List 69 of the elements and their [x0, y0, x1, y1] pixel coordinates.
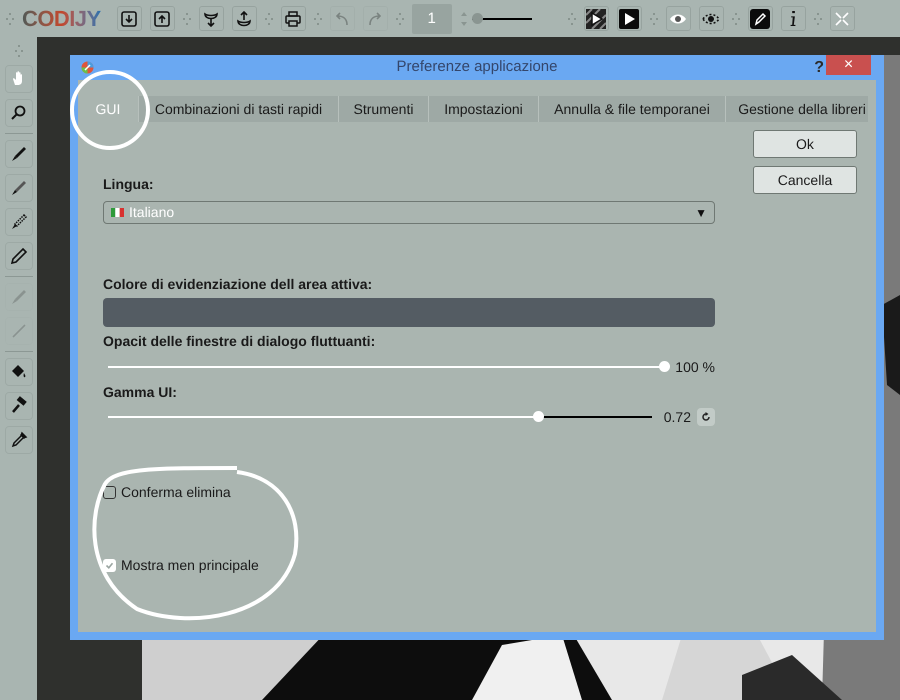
pencil-icon [8, 246, 28, 266]
expand-button[interactable] [830, 6, 855, 31]
grip-icon[interactable] [814, 10, 822, 26]
info-icon [790, 11, 796, 26]
tab[interactable]: Impostazioni [428, 96, 538, 122]
grip-icon[interactable] [650, 10, 658, 26]
slider-thumb[interactable] [472, 12, 483, 24]
tab[interactable]: Gestione della libreri [725, 96, 868, 122]
flag-icon [111, 208, 124, 217]
play-button[interactable] [616, 6, 642, 31]
app-icon [81, 61, 94, 74]
pencil-icon [750, 8, 770, 28]
zoom-slider[interactable] [472, 12, 532, 24]
field-label: Gamma UI: [103, 383, 178, 402]
field-label: Opacit delle finestre di dialogo fluttuanti: [103, 332, 376, 351]
grip-icon[interactable] [732, 10, 740, 26]
upload-icon [152, 8, 172, 28]
checkbox-label: Mostra men principale [121, 556, 259, 575]
window-title: Preferenze applicazione [396, 57, 558, 78]
field-label: Lingua: [103, 175, 155, 194]
pencil-tool[interactable] [4, 242, 32, 270]
print-button[interactable] [280, 6, 306, 31]
checkbox-label: Conferma elimina [121, 483, 231, 502]
tab[interactable]: Strumenti [338, 96, 428, 122]
reset-icon [701, 412, 711, 422]
slider-thumb[interactable] [659, 361, 670, 372]
tab[interactable]: Combinazioni di tasti rapidi [138, 96, 338, 122]
eyedropper-tool[interactable] [4, 426, 32, 454]
close-button[interactable]: × [826, 55, 871, 75]
bowl-arrow-button[interactable] [232, 6, 257, 31]
info-button[interactable] [780, 6, 806, 31]
grip-icon[interactable] [14, 43, 22, 59]
download-icon [119, 8, 140, 28]
search-tool[interactable] [4, 99, 32, 127]
print-icon [283, 8, 304, 28]
upload-button[interactable] [150, 6, 175, 31]
textured-brush-tool[interactable] [4, 208, 32, 236]
color-swatch[interactable] [103, 298, 715, 327]
grip-icon[interactable] [396, 10, 404, 26]
ok-button[interactable]: Ok [753, 130, 857, 158]
checkmark-icon [105, 560, 114, 570]
tab[interactable]: Annulla & file temporanei [538, 96, 725, 122]
bowl-arrow-button[interactable] [198, 6, 224, 31]
play-icon [619, 8, 640, 28]
grip-icon[interactable] [568, 10, 576, 26]
slider-value: 0.72 [664, 408, 691, 426]
slider-value: 100 % [675, 358, 715, 376]
help-button[interactable]: ? [814, 56, 824, 80]
dashed-eye-button[interactable] [698, 6, 724, 31]
slider-thumb[interactable] [532, 411, 544, 422]
paint-bucket-tool[interactable] [4, 358, 32, 386]
grip-icon[interactable] [314, 10, 322, 26]
roller-tool[interactable] [4, 392, 32, 420]
pencil-button[interactable] [748, 6, 773, 31]
field-label: Colore di evidenziazione dell area attiva: [103, 275, 374, 294]
cancel-button[interactable]: Cancella [753, 166, 857, 194]
checkbox[interactable] [103, 558, 116, 572]
grip-icon[interactable] [6, 10, 14, 26]
language-dropdown[interactable]: Italiano ▼ [103, 201, 715, 224]
brush-tool[interactable] [4, 140, 32, 168]
download-button[interactable] [116, 6, 142, 31]
hand-tool[interactable] [4, 65, 32, 93]
play-button[interactable] [584, 6, 609, 31]
play-icon [586, 8, 606, 28]
reset-button[interactable] [697, 408, 715, 426]
eye-button[interactable] [666, 6, 691, 31]
checkbox[interactable] [103, 486, 116, 498]
grip-icon[interactable] [264, 10, 273, 26]
grip-icon[interactable] [182, 10, 191, 26]
